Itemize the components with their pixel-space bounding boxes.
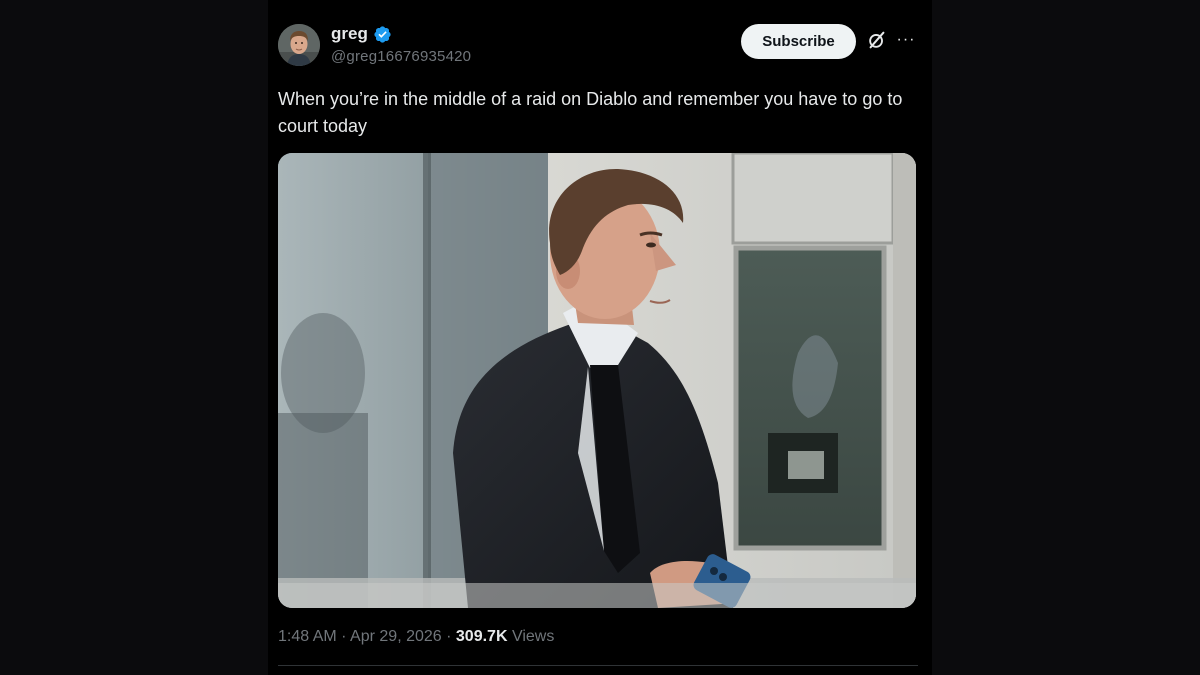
meta-separator-2: ·	[446, 628, 452, 645]
display-name[interactable]: greg	[331, 24, 368, 44]
screenshot-stage: greg @greg16676935420 Subscribe ··· When…	[0, 0, 1200, 675]
views-count: 309.7K	[455, 628, 508, 645]
tweet-card: greg @greg16676935420 Subscribe ··· When…	[268, 0, 932, 675]
verified-badge-icon	[374, 25, 391, 43]
grok-icon[interactable]	[866, 29, 888, 51]
tweet-date[interactable]: Apr 29, 2026	[350, 628, 442, 645]
author-handle[interactable]: @greg16676935420	[331, 48, 471, 66]
tweet-meta: 1:48 AM · Apr 29, 2026 · 309.7K Views	[278, 627, 554, 647]
tweet-photo[interactable]	[278, 153, 916, 608]
tweet-time[interactable]: 1:48 AM	[278, 628, 337, 645]
avatar[interactable]	[278, 24, 320, 66]
more-icon[interactable]: ···	[895, 31, 917, 49]
author-name-row: greg	[331, 24, 392, 44]
divider	[278, 665, 918, 666]
tweet-text: When you’re in the middle of a raid on D…	[278, 89, 903, 136]
subscribe-button[interactable]: Subscribe	[741, 24, 856, 59]
meta-separator: ·	[341, 628, 347, 645]
views-label: Views	[511, 628, 555, 645]
